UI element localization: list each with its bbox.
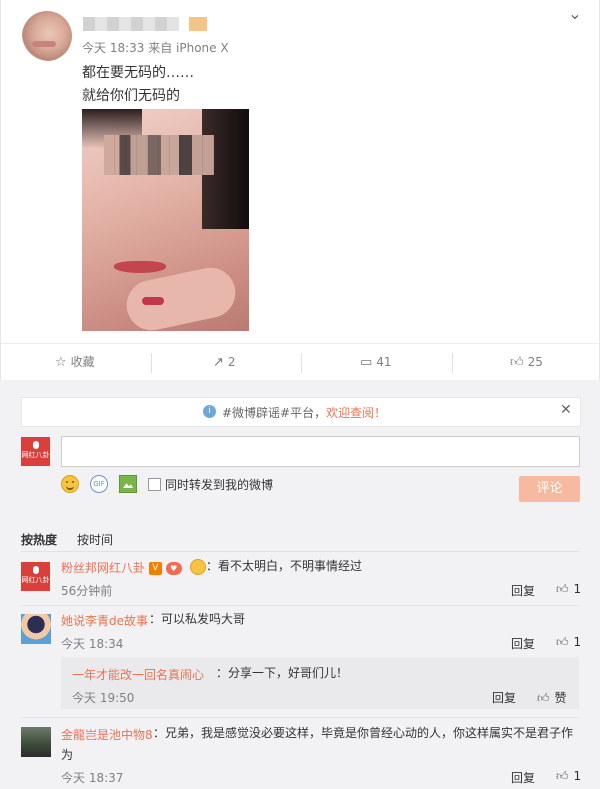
commenter-name[interactable]: 粉丝邦网红八卦 V ♥ (61, 559, 182, 576)
comment-time: 今天 18:37 (61, 771, 124, 785)
favorite-button[interactable]: ☆ 收藏 (55, 344, 95, 381)
tab-sort-time[interactable]: 按时间 (77, 531, 113, 548)
verified-v-icon: V (148, 562, 162, 575)
like-button[interactable]: 👍︎ 25 (510, 344, 543, 381)
star-outline-icon: ☆ (55, 355, 67, 370)
divider (21, 605, 579, 606)
thumb-up-icon: 👍︎ (556, 635, 569, 649)
commenter-name[interactable]: 她说李青de故事 (61, 612, 148, 629)
post-text-line1: 都在要无码的…… (82, 65, 194, 81)
author-name-redacted[interactable] (83, 17, 179, 31)
comment-time: 今天 18:34 (61, 637, 124, 651)
reply-button[interactable]: 回复 (511, 769, 535, 786)
share-icon: ↗ (213, 355, 224, 370)
author-avatar[interactable] (22, 11, 72, 61)
reply-like-button[interactable]: 👍︎ 赞 (537, 689, 567, 706)
gif-icon[interactable]: GIF (90, 475, 108, 493)
divider (21, 551, 579, 552)
member-badge (189, 17, 207, 31)
comment-text: ：看不太明白，不明事情经过 (190, 555, 362, 577)
divider (21, 717, 579, 718)
reply-author-name[interactable]: 一年才能改一回名真闹心 (72, 666, 204, 683)
thumb-up-icon: 👍︎ (556, 769, 569, 783)
comment-like-button[interactable]: 👍︎ 1 (556, 582, 581, 597)
commenter-avatar[interactable]: 网红八卦 (21, 562, 50, 591)
info-icon: i (203, 405, 216, 418)
image-upload-icon[interactable] (119, 475, 137, 493)
commenter-avatar[interactable] (21, 614, 51, 644)
reply-button[interactable]: 回复 (492, 689, 516, 706)
current-user-avatar[interactable]: 网红八卦 (21, 437, 50, 466)
thumb-up-icon: 👍︎ (537, 691, 550, 705)
repost-button[interactable]: ↗ 2 (213, 344, 236, 381)
reply-time: 今天 19:50 (72, 691, 135, 705)
thumb-up-icon: 👍︎ (556, 582, 569, 596)
rumor-notice: i #微博辟谣#平台，欢迎查阅！ ✕ (21, 397, 581, 427)
emoji-icon[interactable] (61, 475, 79, 493)
submit-comment-button[interactable]: 评论 (519, 476, 580, 502)
post-card: 今天 18:33 来自 iPhone X ⌄ 都在要无码的…… 就给你们无码的 … (0, 0, 600, 381)
fan-badge-icon: ♥ (165, 562, 182, 575)
comment-button[interactable]: ▭ 41 (360, 344, 392, 381)
reply-text: ：分享一下，好哥们儿！ (216, 666, 349, 680)
nested-reply: 一年才能改一回名真闹心 ：分享一下，好哥们儿！ 今天 19:50 回复 👍︎ 赞 (61, 657, 579, 709)
mosaic-blur (104, 135, 214, 175)
post-text-line2: 就给你们无码的 (82, 88, 180, 104)
notice-link[interactable]: 欢迎查阅！ (326, 406, 386, 420)
repost-checkbox[interactable] (148, 478, 161, 491)
comment-input[interactable] (61, 436, 580, 467)
post-meta: 今天 18:33 来自 iPhone X (82, 41, 229, 55)
tab-sort-hot[interactable]: 按热度 (21, 531, 57, 548)
chevron-down-icon[interactable]: ⌄ (566, 6, 584, 22)
comment-time: 56分钟前 (61, 584, 113, 598)
comment-text: ：可以私发吗大哥 (149, 612, 246, 626)
emoji-face-icon (190, 558, 206, 575)
post-image[interactable] (82, 109, 249, 331)
commenter-avatar[interactable] (21, 727, 51, 757)
reply-button[interactable]: 回复 (511, 635, 535, 652)
close-icon[interactable]: ✕ (560, 402, 572, 418)
post-action-bar: ☆ 收藏 ↗ 2 ▭ 41 👍︎ 25 (1, 343, 600, 381)
repost-checkbox-label[interactable]: 同时转发到我的微博 (165, 476, 273, 493)
microphone-icon (32, 566, 39, 574)
thumb-up-icon: 👍︎ (510, 355, 524, 370)
comment-icon: ▭ (360, 355, 373, 370)
comment-text: ：兄弟，我是感觉没必要这样，毕竟是你曾经心动的人，你这样属实不是君子作为 (61, 726, 574, 762)
microphone-icon (32, 441, 39, 449)
comment-like-button[interactable]: 👍︎ 1 (556, 769, 581, 784)
comment-like-button[interactable]: 👍︎ 1 (556, 635, 581, 650)
reply-button[interactable]: 回复 (511, 582, 535, 599)
